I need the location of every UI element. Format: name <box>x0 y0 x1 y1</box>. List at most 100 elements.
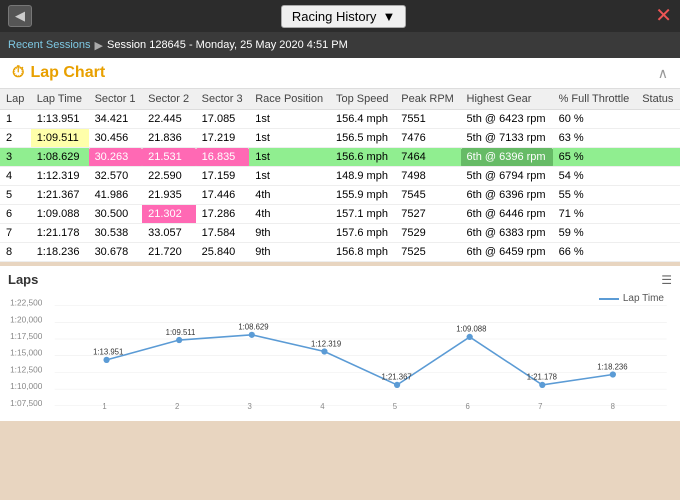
breadcrumb-arrow-icon: ▶ <box>95 39 103 52</box>
dropdown-label: Racing History <box>292 9 377 24</box>
cell-pos: 1st <box>249 167 330 186</box>
chart-menu-icon[interactable]: ☰ <box>661 273 672 287</box>
table-row: 31:08.62930.26321.53116.8351st156.6 mph7… <box>0 148 680 167</box>
cell-s3: 16.835 <box>196 148 250 167</box>
close-button[interactable]: ✕ <box>655 6 672 26</box>
cell-laptime: 1:21.367 <box>31 186 89 205</box>
svg-text:1:15,000: 1:15,000 <box>10 348 43 358</box>
cell-peakrpm: 7545 <box>395 186 460 205</box>
cell-pos: 4th <box>249 205 330 224</box>
cell-gear: 5th @ 6423 rpm <box>461 110 553 129</box>
svg-text:1:12,500: 1:12,500 <box>10 364 43 374</box>
lap-table: Lap Lap Time Sector 1 Sector 2 Sector 3 … <box>0 89 680 262</box>
cell-pos: 4th <box>249 186 330 205</box>
svg-text:1:10,000: 1:10,000 <box>10 381 43 391</box>
cell-s2: 21.720 <box>142 243 196 262</box>
cell-lap: 4 <box>0 167 31 186</box>
chart-area: Lap Time 1:22,500 1:20,000 1:17,500 1:15… <box>8 291 672 416</box>
cell-peakrpm: 7527 <box>395 205 460 224</box>
svg-text:8: 8 <box>611 402 615 411</box>
cell-status <box>636 129 680 148</box>
cell-topspeed: 155.9 mph <box>330 186 395 205</box>
svg-text:1:07,500: 1:07,500 <box>10 398 43 408</box>
cell-s1: 41.986 <box>89 186 143 205</box>
table-row: 61:09.08830.50021.30217.2864th157.1 mph7… <box>0 205 680 224</box>
cell-throttle: 71 % <box>553 205 637 224</box>
cell-peakrpm: 7464 <box>395 148 460 167</box>
lap-chart-header: ⏱ Lap Chart ∧ <box>0 58 680 89</box>
cell-lap: 7 <box>0 224 31 243</box>
collapse-icon[interactable]: ∧ <box>658 65 668 82</box>
cell-throttle: 65 % <box>553 148 637 167</box>
cell-throttle: 54 % <box>553 167 637 186</box>
svg-text:1:21.367: 1:21.367 <box>382 373 412 382</box>
cell-peakrpm: 7476 <box>395 129 460 148</box>
svg-text:1:09.088: 1:09.088 <box>456 325 486 334</box>
table-header-row: Lap Lap Time Sector 1 Sector 2 Sector 3 … <box>0 89 680 110</box>
legend-line-icon <box>599 298 619 300</box>
recent-sessions-link[interactable]: Recent Sessions <box>8 39 91 51</box>
laps-header: Laps ☰ <box>8 272 672 287</box>
cell-topspeed: 156.4 mph <box>330 110 395 129</box>
cell-s2: 21.302 <box>142 205 196 224</box>
legend-label: Lap Time <box>623 293 664 304</box>
cell-s2: 21.836 <box>142 129 196 148</box>
cell-gear: 6th @ 6383 rpm <box>461 224 553 243</box>
svg-text:4: 4 <box>320 402 325 411</box>
laps-section: Laps ☰ Lap Time 1:22,500 1:20,000 1:17,5… <box>0 266 680 421</box>
svg-text:1:21.178: 1:21.178 <box>527 373 557 382</box>
col-laptime: Lap Time <box>31 89 89 110</box>
cell-laptime: 1:13.951 <box>31 110 89 129</box>
cell-s1: 34.421 <box>89 110 143 129</box>
table-row: 71:21.17830.53833.05717.5849th157.6 mph7… <box>0 224 680 243</box>
cell-topspeed: 156.8 mph <box>330 243 395 262</box>
table-row: 11:13.95134.42122.44517.0851st156.4 mph7… <box>0 110 680 129</box>
cell-status <box>636 110 680 129</box>
laps-title: Laps <box>8 272 38 287</box>
cell-throttle: 59 % <box>553 224 637 243</box>
cell-s1: 30.263 <box>89 148 143 167</box>
cell-gear: 6th @ 6446 rpm <box>461 205 553 224</box>
clock-icon: ⏱ <box>12 64 24 82</box>
chart-legend: Lap Time <box>599 293 664 304</box>
cell-topspeed: 156.6 mph <box>330 148 395 167</box>
cell-topspeed: 157.1 mph <box>330 205 395 224</box>
cell-lap: 3 <box>0 148 31 167</box>
cell-gear: 6th @ 6459 rpm <box>461 243 553 262</box>
lap-chart-title: Lap Chart <box>30 64 105 82</box>
cell-status <box>636 224 680 243</box>
cell-throttle: 66 % <box>553 243 637 262</box>
cell-s1: 30.456 <box>89 129 143 148</box>
col-peakrpm: Peak RPM <box>395 89 460 110</box>
back-button[interactable]: ◀ <box>8 5 32 27</box>
col-topspeed: Top Speed <box>330 89 395 110</box>
racing-history-dropdown[interactable]: Racing History ▼ <box>281 5 406 28</box>
cell-gear: 5th @ 7133 rpm <box>461 129 553 148</box>
cell-pos: 1st <box>249 148 330 167</box>
breadcrumb-bar: Recent Sessions ▶ Session 128645 - Monda… <box>0 32 680 58</box>
lap-time-chart: 1:22,500 1:20,000 1:17,500 1:15,000 1:12… <box>8 291 672 411</box>
cell-s3: 17.286 <box>196 205 250 224</box>
table-row: 41:12.31932.57022.59017.1591st148.9 mph7… <box>0 167 680 186</box>
dropdown-arrow-icon: ▼ <box>382 9 395 24</box>
cell-lap: 2 <box>0 129 31 148</box>
svg-text:1:09.511: 1:09.511 <box>166 328 196 337</box>
svg-text:5: 5 <box>393 402 398 411</box>
col-throttle: % Full Throttle <box>553 89 637 110</box>
svg-text:1: 1 <box>102 402 106 411</box>
cell-topspeed: 156.5 mph <box>330 129 395 148</box>
cell-peakrpm: 7498 <box>395 167 460 186</box>
cell-status <box>636 167 680 186</box>
cell-topspeed: 148.9 mph <box>330 167 395 186</box>
col-gear: Highest Gear <box>461 89 553 110</box>
col-status: Status <box>636 89 680 110</box>
cell-peakrpm: 7551 <box>395 110 460 129</box>
svg-text:2: 2 <box>175 402 179 411</box>
cell-s3: 17.159 <box>196 167 250 186</box>
svg-text:1:22,500: 1:22,500 <box>10 298 43 308</box>
cell-status <box>636 148 680 167</box>
cell-status <box>636 186 680 205</box>
cell-throttle: 55 % <box>553 186 637 205</box>
session-label: Session 128645 - Monday, 25 May 2020 4:5… <box>107 39 348 51</box>
col-lap: Lap <box>0 89 31 110</box>
